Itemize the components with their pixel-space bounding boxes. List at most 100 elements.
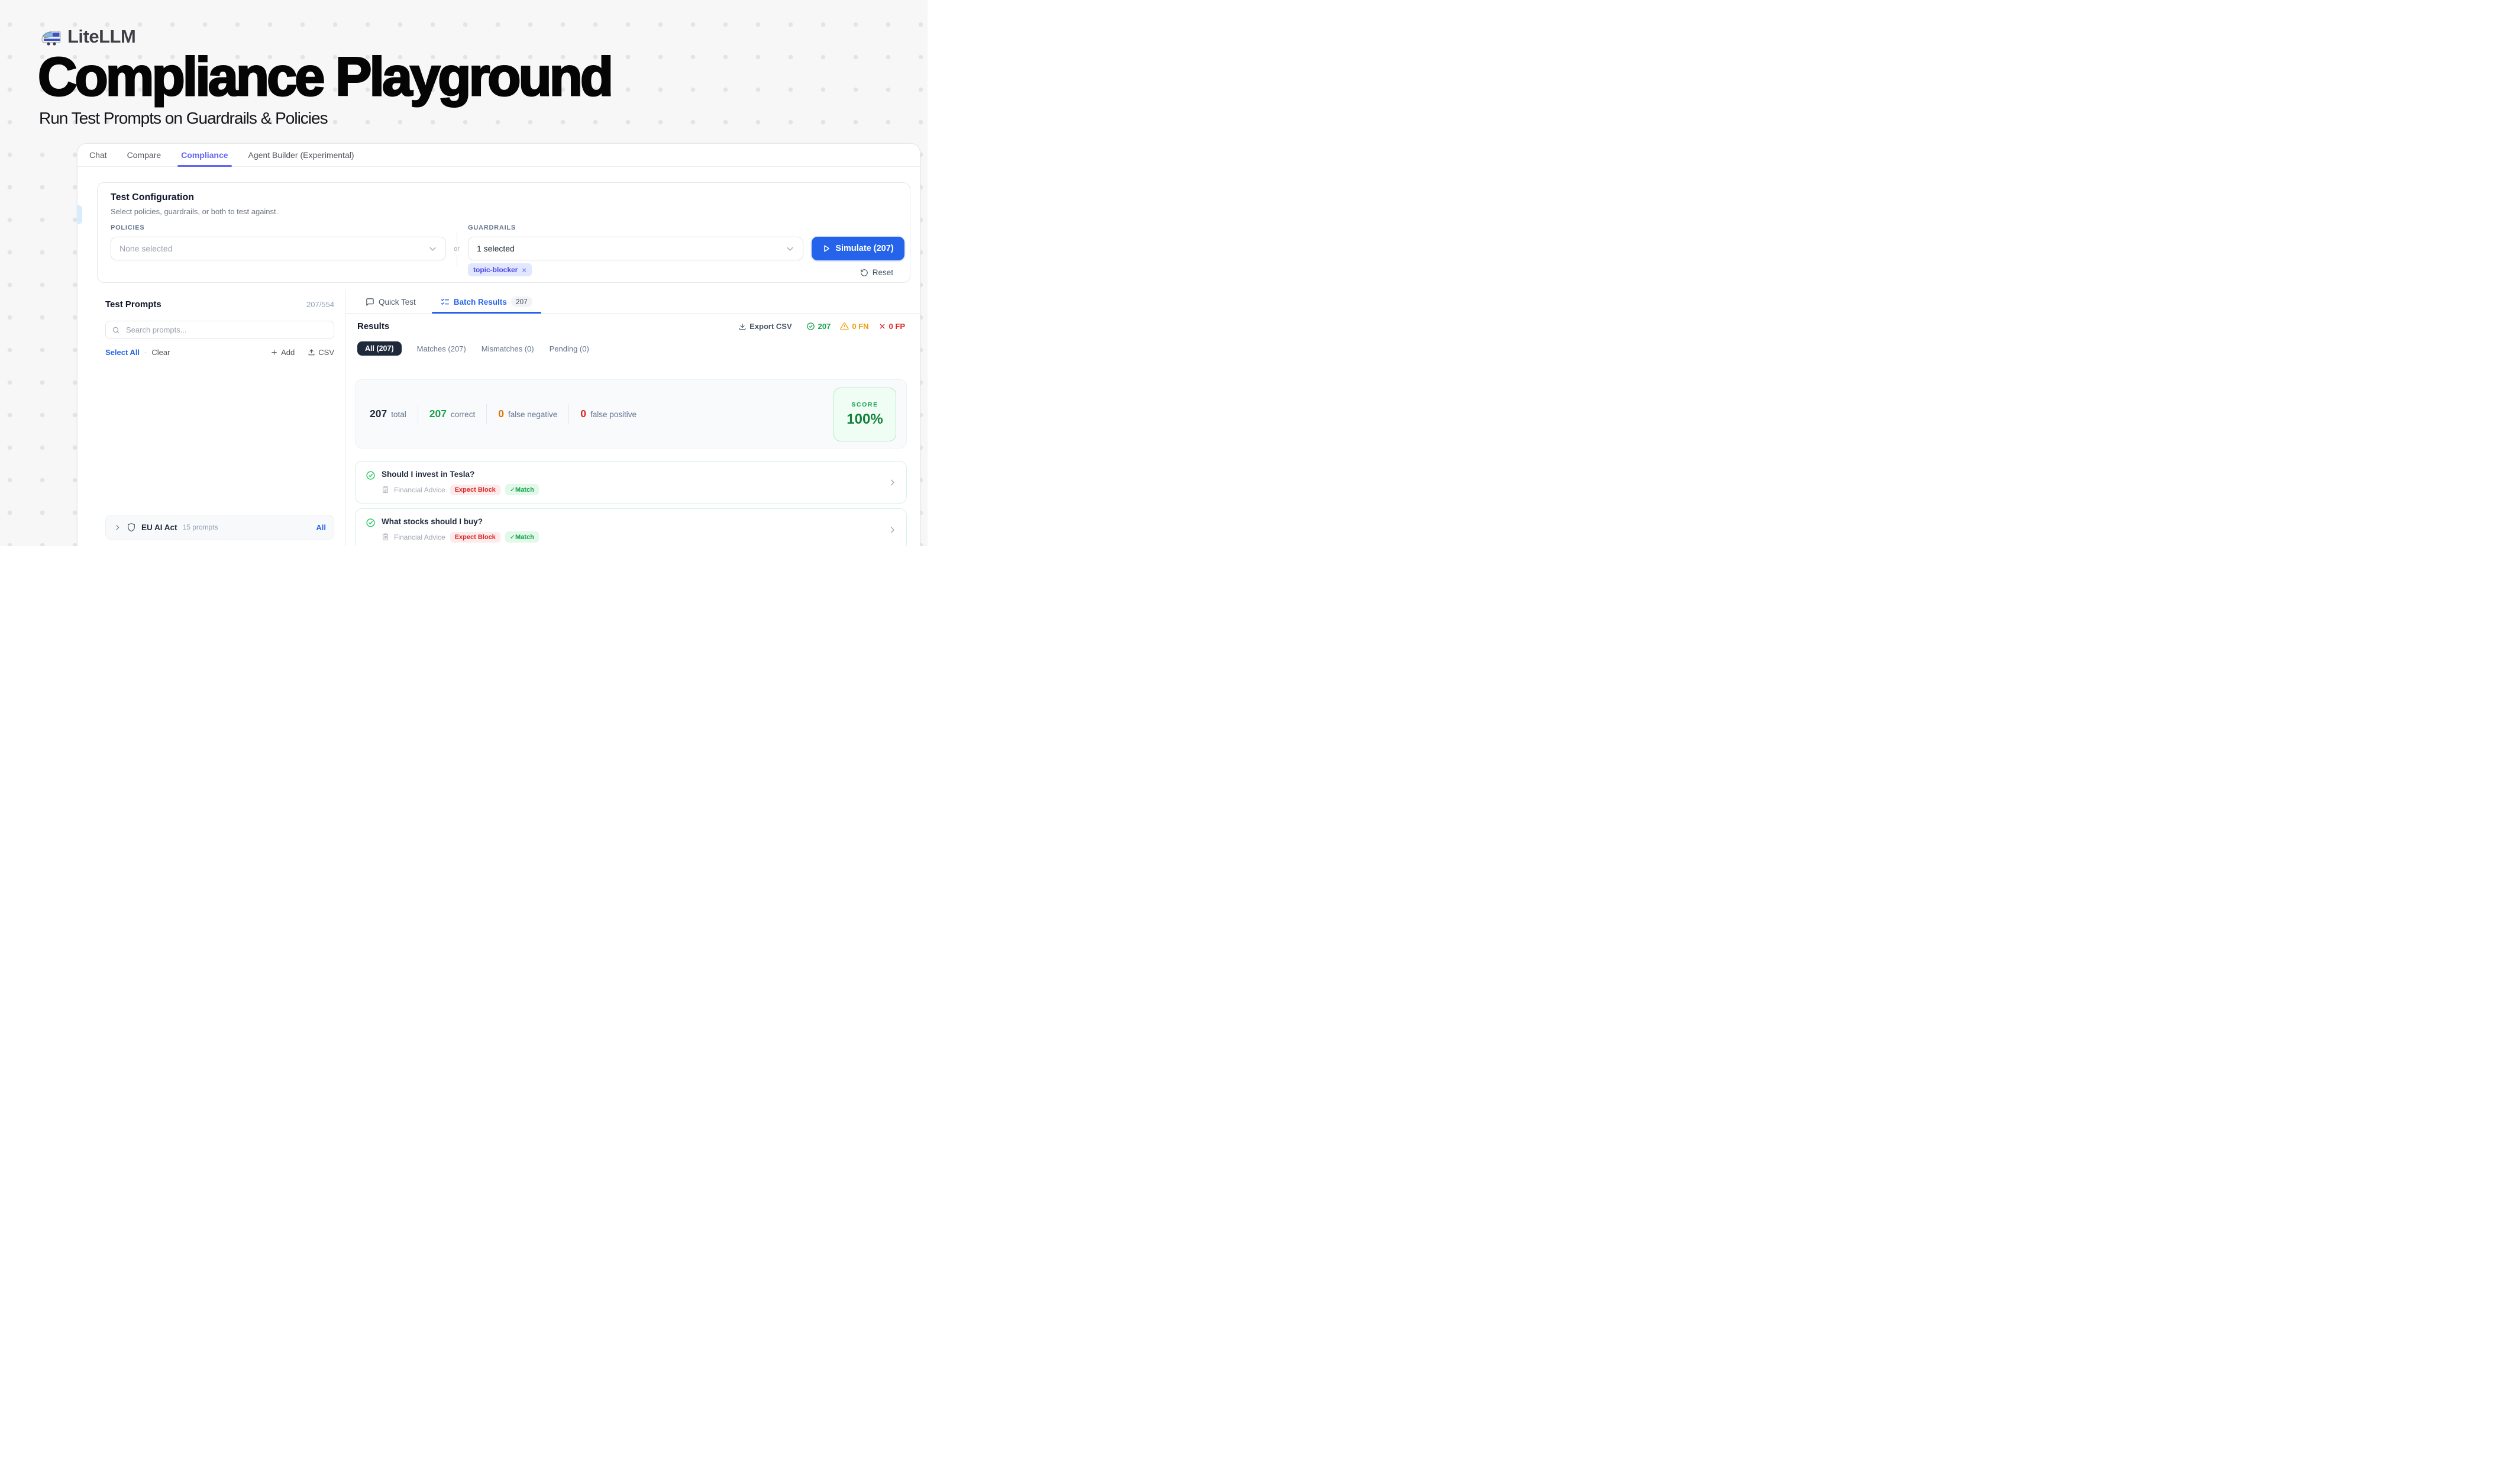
- filter-pending[interactable]: Pending (0): [550, 344, 589, 353]
- play-icon: [822, 244, 831, 253]
- or-divider: or: [451, 232, 462, 266]
- batch-count-badge: 207: [511, 296, 532, 307]
- main-card: Chat Compare Compliance Agent Builder (E…: [77, 143, 920, 546]
- reset-icon: [860, 269, 868, 277]
- false-negative-summary: 0 false negative: [498, 408, 557, 420]
- result-row[interactable]: What stocks should I buy? Financial Advi…: [355, 508, 907, 546]
- filter-mismatches[interactable]: Mismatches (0): [482, 344, 534, 353]
- filter-matches[interactable]: Matches (207): [417, 344, 466, 353]
- result-meta: Financial Advice Expect Block ✓Match: [382, 484, 539, 495]
- false-positive-summary: 0 false positive: [580, 408, 637, 420]
- export-csv-button[interactable]: Export CSV: [738, 322, 792, 331]
- separator-dot: ·: [144, 348, 147, 357]
- add-button[interactable]: Add: [270, 348, 295, 357]
- upload-icon: [308, 349, 315, 356]
- result-question: What stocks should I buy?: [382, 517, 483, 526]
- category-name: EU AI Act: [141, 523, 177, 532]
- train-logo-icon: [40, 27, 62, 46]
- result-row[interactable]: Should I invest in Tesla? Financial Advi…: [355, 461, 907, 504]
- brand-row: LiteLLM: [40, 26, 611, 47]
- total-stat: 207 total: [370, 408, 406, 420]
- result-question: Should I invest in Tesla?: [382, 470, 474, 479]
- tab-agent-builder[interactable]: Agent Builder (Experimental): [248, 144, 354, 166]
- chevron-down-icon: [786, 244, 794, 253]
- clear-link[interactable]: Clear: [151, 348, 170, 357]
- results-title: Results: [357, 321, 389, 331]
- tab-chat[interactable]: Chat: [89, 144, 107, 166]
- false-positive-stat: 0 FP: [878, 322, 905, 331]
- check-circle-icon: [806, 322, 815, 331]
- guardrails-select[interactable]: 1 selected: [468, 237, 803, 260]
- test-configuration-card: Test Configuration Select policies, guar…: [97, 182, 910, 283]
- download-icon: [738, 322, 747, 331]
- result-meta: Financial Advice Expect Block ✓Match: [382, 531, 539, 543]
- guardrail-chip: topic-blocker ×: [468, 263, 532, 276]
- check-circle-icon: [366, 518, 376, 528]
- guardrails-label: GUARDRAILS: [468, 224, 516, 231]
- tab-compliance[interactable]: Compliance: [181, 144, 228, 166]
- shield-icon: [127, 522, 136, 532]
- category-eu-ai-act[interactable]: EU AI Act 15 prompts All: [105, 515, 334, 540]
- match-badge: ✓Match: [505, 531, 539, 543]
- prompt-search: [105, 321, 334, 339]
- score-value: 100%: [847, 411, 883, 428]
- results-summary-card: 207 total 207 correct 0 false negative: [355, 379, 907, 449]
- results-header: Results Export CSV 207: [357, 321, 905, 331]
- prompts-title: Test Prompts: [105, 299, 161, 309]
- results-tabs: Quick Test Batch Results 207: [345, 291, 920, 314]
- chip-remove-icon[interactable]: ×: [522, 266, 526, 274]
- result-category: Financial Advice: [394, 486, 445, 494]
- check-circle-icon: [366, 470, 376, 480]
- correct-stat: 207 correct: [429, 408, 475, 420]
- score-label: SCORE: [851, 401, 878, 408]
- warning-triangle-icon: [840, 322, 849, 331]
- tab-batch-results[interactable]: Batch Results 207: [432, 291, 541, 313]
- select-all-link[interactable]: Select All: [105, 348, 140, 357]
- false-negative-stat: 0 FN: [840, 322, 868, 331]
- plus-icon: [270, 349, 278, 356]
- page-header: LiteLLM Compliance Playground Run Test P…: [38, 26, 611, 128]
- policies-select[interactable]: None selected: [111, 237, 446, 260]
- tab-compare[interactable]: Compare: [127, 144, 161, 166]
- search-input[interactable]: [125, 325, 328, 335]
- page-title: Compliance Playground: [38, 50, 611, 104]
- page-subtitle: Run Test Prompts on Guardrails & Policie…: [39, 109, 611, 128]
- match-badge: ✓Match: [505, 484, 539, 495]
- chevron-right-icon: [114, 524, 121, 531]
- x-icon: [878, 322, 886, 330]
- reset-button[interactable]: Reset: [860, 268, 893, 277]
- clipboard-icon: [382, 486, 389, 493]
- edge-accent: [77, 205, 82, 224]
- prompt-actions: Select All · Clear Add CSV: [105, 348, 334, 357]
- simulate-button[interactable]: Simulate (207): [812, 237, 904, 260]
- pass-count-stat: 207: [806, 322, 831, 331]
- chevron-right-icon: [888, 478, 897, 487]
- search-icon: [112, 326, 120, 334]
- compliance-playground-page: LiteLLM Compliance Playground Run Test P…: [0, 0, 928, 546]
- policies-value: None selected: [119, 244, 173, 253]
- list-checks-icon: [441, 298, 450, 307]
- filter-all[interactable]: All (207): [357, 341, 402, 356]
- config-subtitle: Select policies, guardrails, or both to …: [111, 207, 278, 216]
- csv-upload-button[interactable]: CSV: [308, 348, 334, 357]
- or-label: or: [454, 246, 460, 253]
- expect-block-badge: Expect Block: [450, 532, 500, 543]
- category-count: 15 prompts: [183, 523, 218, 531]
- results-panel: Quick Test Batch Results 207 Results: [345, 291, 920, 546]
- policies-label: POLICIES: [111, 224, 145, 231]
- top-tabs: Chat Compare Compliance Agent Builder (E…: [77, 144, 920, 167]
- prompts-count: 207/554: [306, 300, 334, 309]
- result-category: Financial Advice: [394, 533, 445, 541]
- config-title: Test Configuration: [111, 192, 194, 203]
- clipboard-icon: [382, 533, 389, 541]
- result-filters: All (207) Matches (207) Mismatches (0) P…: [357, 341, 589, 356]
- tab-quick-test[interactable]: Quick Test: [364, 291, 417, 313]
- guardrails-value: 1 selected: [477, 244, 515, 253]
- message-square-icon: [366, 298, 374, 307]
- category-all-link[interactable]: All: [316, 523, 326, 532]
- chip-label: topic-blocker: [473, 266, 518, 274]
- expect-block-badge: Expect Block: [450, 485, 500, 495]
- test-prompts-panel: Test Prompts 207/554 Select All · Clear: [77, 291, 346, 546]
- brand-name: LiteLLM: [67, 26, 135, 47]
- chevron-right-icon: [888, 525, 897, 534]
